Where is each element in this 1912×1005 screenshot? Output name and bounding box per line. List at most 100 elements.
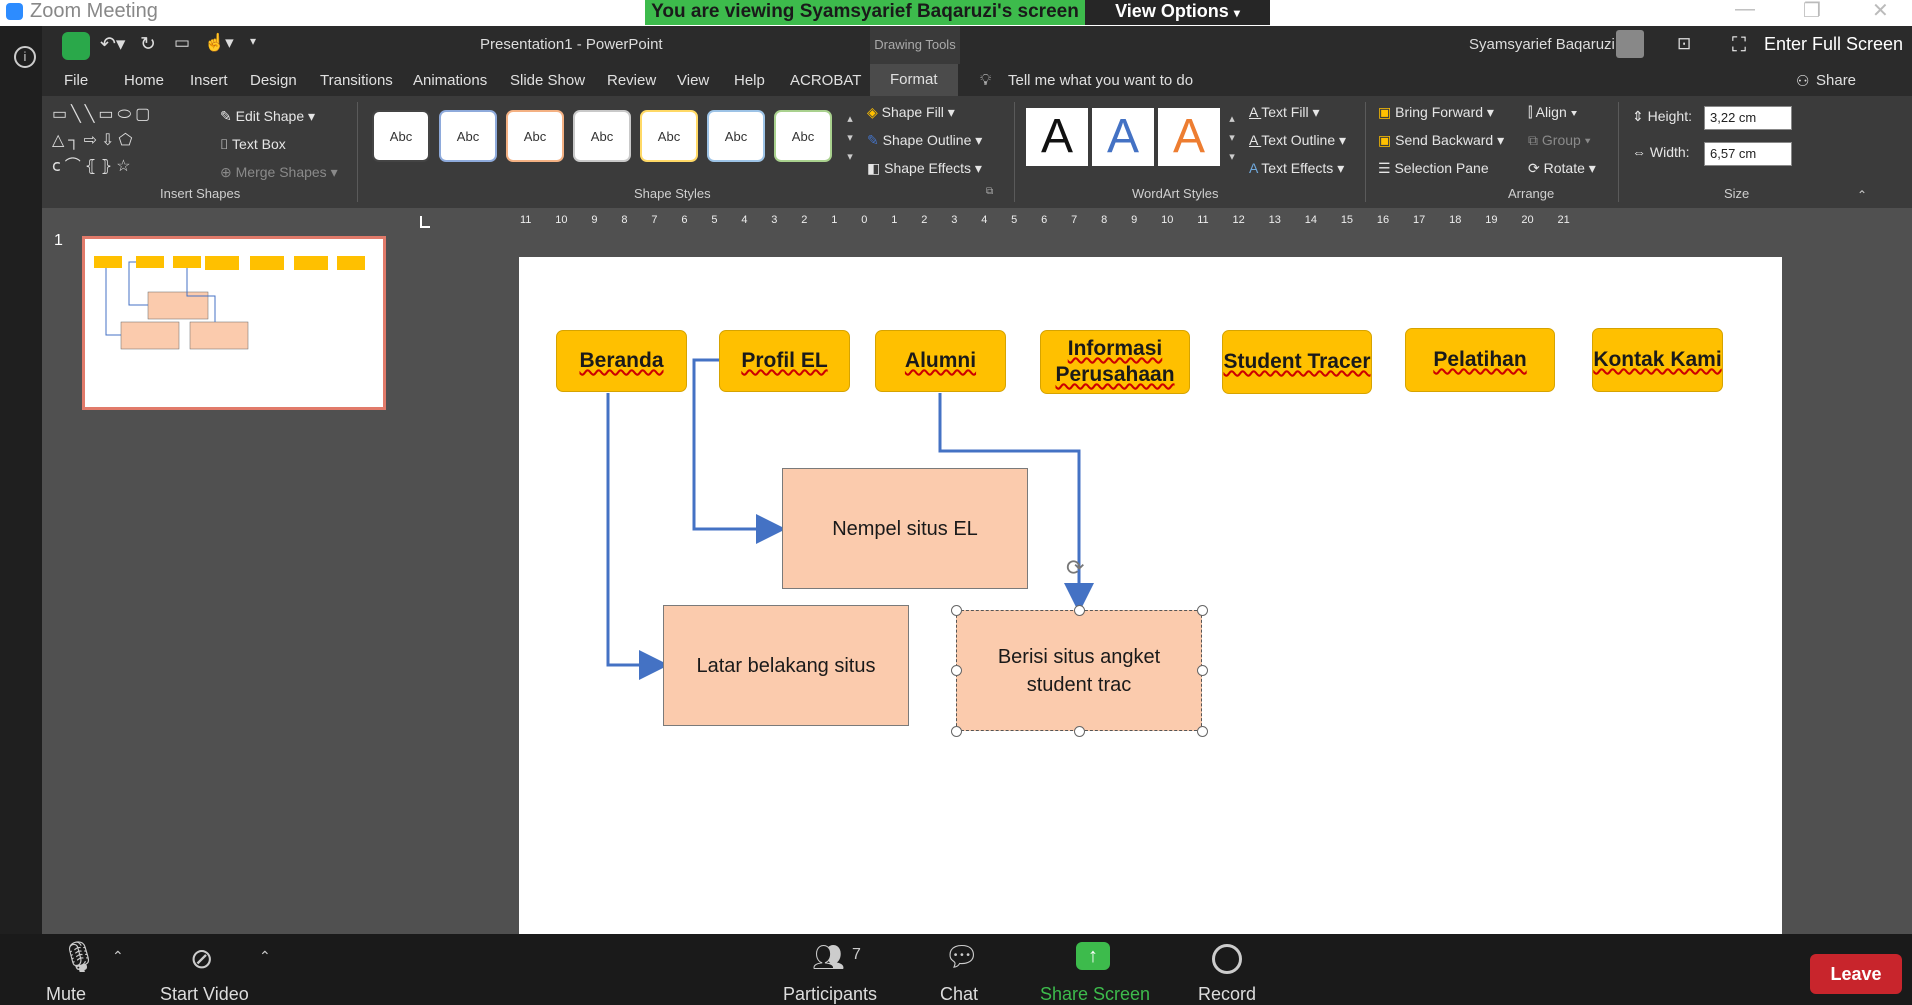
shape-style-swatch[interactable]: Abc bbox=[774, 110, 832, 162]
chat-button[interactable]: Chat bbox=[940, 984, 978, 1005]
wordart-style-black[interactable]: A bbox=[1026, 108, 1088, 166]
redo-icon[interactable]: ↻ bbox=[140, 33, 156, 56]
shape-style-swatch[interactable]: Abc bbox=[439, 110, 497, 162]
share-screen-icon[interactable]: ↑ bbox=[1076, 942, 1110, 970]
participants-button[interactable]: Participants bbox=[783, 984, 877, 1005]
tab-help[interactable]: Help bbox=[734, 72, 765, 89]
share-button[interactable]: Share bbox=[1816, 72, 1856, 89]
horizontal-ruler[interactable]: 11 10 9 8 7 6 5 4 3 2 1 0 1 2 3 4 5 6 7 8 9 10 11 12 13 14 15 16 17 1… bbox=[420, 214, 1912, 234]
bring-forward-button[interactable]: ▣ Bring Forward ▾ bbox=[1378, 104, 1494, 121]
nav-alumni[interactable]: Alumni bbox=[875, 330, 1006, 392]
start-video-button[interactable]: Start Video bbox=[160, 984, 249, 1005]
rotate-handle-icon[interactable]: ⟳ bbox=[1066, 555, 1084, 581]
fullscreen-icon[interactable]: ⛶ bbox=[1732, 34, 1746, 57]
nav-student-tracer[interactable]: Student Tracer bbox=[1222, 330, 1372, 394]
resize-handle[interactable] bbox=[951, 605, 962, 616]
slideshow-icon[interactable]: ▭ bbox=[174, 33, 190, 53]
nav-pelatihan[interactable]: Pelatihan bbox=[1405, 328, 1555, 392]
shape-outline-button[interactable]: ✎ Shape Outline ▾ bbox=[867, 132, 982, 149]
wordart-style-blue[interactable]: A bbox=[1092, 108, 1154, 166]
text-effects-button[interactable]: A Text Effects ▾ bbox=[1249, 160, 1344, 177]
tell-me-search[interactable]: Tell me what you want to do bbox=[1008, 72, 1193, 89]
edit-shape-button[interactable]: ✎ Edit Shape ▾ bbox=[220, 108, 315, 125]
close-icon[interactable]: ✕ bbox=[1872, 0, 1889, 23]
send-backward-button[interactable]: ▣ Send Backward ▾ bbox=[1378, 132, 1504, 149]
shape-effects-button[interactable]: ◧ Shape Effects ▾ bbox=[867, 160, 982, 177]
box-nempel-situs-el[interactable]: Nempel situs EL bbox=[782, 468, 1028, 589]
tab-design[interactable]: Design bbox=[250, 72, 297, 89]
text-outline-button[interactable]: A Text Outline ▾ bbox=[1249, 132, 1346, 149]
slide-canvas[interactable]: Beranda Profil EL Alumni Informasi Perus… bbox=[519, 257, 1782, 934]
nav-beranda[interactable]: Beranda bbox=[556, 330, 687, 392]
shape-fill-button[interactable]: ◈ Shape Fill ▾ bbox=[867, 104, 955, 121]
enter-full-screen-label[interactable]: Enter Full Screen bbox=[1764, 34, 1903, 55]
dialog-launcher-icon[interactable]: ⧉ bbox=[986, 186, 993, 197]
video-options-chevron-icon[interactable]: ⌃ bbox=[259, 948, 271, 965]
width-value: 6,57 cm bbox=[1710, 146, 1757, 161]
resize-handle[interactable] bbox=[951, 665, 962, 676]
restore-icon[interactable]: ❐ bbox=[1803, 0, 1821, 23]
shape-style-swatch[interactable]: Abc bbox=[372, 110, 430, 162]
nav-profil-el[interactable]: Profil EL bbox=[719, 330, 850, 392]
wordart-scroll[interactable]: ▴ ▾ ▾ bbox=[1224, 110, 1240, 168]
align-button[interactable]: ⫿ Align ▾ bbox=[1528, 104, 1577, 121]
resize-handle[interactable] bbox=[1197, 726, 1208, 737]
shape-style-swatch[interactable]: Abc bbox=[506, 110, 564, 162]
collapse-ribbon-icon[interactable]: ⌃ bbox=[1857, 188, 1867, 202]
record-button[interactable]: Record bbox=[1198, 984, 1256, 1005]
tab-stop-icon[interactable] bbox=[420, 216, 430, 228]
box-berisi-situs-angket[interactable]: Berisi situs angket student trac bbox=[956, 610, 1202, 731]
tab-animations[interactable]: Animations bbox=[413, 72, 487, 89]
avatar[interactable] bbox=[1616, 30, 1644, 58]
slide-thumbnail[interactable] bbox=[82, 236, 386, 410]
width-field[interactable]: 6,57 cm bbox=[1704, 142, 1792, 166]
selection-pane-button[interactable]: ☰ Selection Pane bbox=[1378, 160, 1489, 177]
resize-handle[interactable] bbox=[1197, 605, 1208, 616]
tab-slide-show[interactable]: Slide Show bbox=[510, 72, 585, 89]
text-box-button[interactable]: ⌷ Text Box bbox=[220, 136, 286, 153]
touch-mode-icon[interactable]: ☝▾ bbox=[204, 33, 234, 53]
wordart-style-orange[interactable]: A bbox=[1158, 108, 1220, 166]
participants-icon[interactable]: 👥︎ bbox=[812, 942, 845, 973]
mute-options-chevron-icon[interactable]: ⌃ bbox=[112, 948, 124, 965]
tab-format[interactable]: Format bbox=[870, 64, 958, 96]
undo-icon[interactable]: ↶▾ bbox=[100, 33, 125, 56]
shape-style-swatch[interactable]: Abc bbox=[573, 110, 631, 162]
shape-style-swatch[interactable]: Abc bbox=[640, 110, 698, 162]
tab-view[interactable]: View bbox=[677, 72, 709, 89]
microphone-icon[interactable]: 🎙︎ bbox=[60, 940, 98, 975]
shape-styles-scroll[interactable]: ▴ ▾ ▾ bbox=[842, 110, 858, 168]
mute-button[interactable]: Mute bbox=[46, 984, 86, 1005]
ribbon-display-icon[interactable]: ⊡ bbox=[1677, 34, 1691, 54]
tab-acrobat[interactable]: ACROBAT bbox=[790, 72, 861, 89]
height-field[interactable]: 3,22 cm bbox=[1704, 106, 1792, 130]
nav-informasi-perusahaan[interactable]: Informasi Perusahaan bbox=[1040, 330, 1190, 394]
customize-toolbar-icon[interactable]: ▾ bbox=[250, 34, 256, 48]
resize-handle[interactable] bbox=[1074, 726, 1085, 737]
view-options-button[interactable]: View Options ▾ bbox=[1085, 0, 1270, 25]
shape-style-swatch[interactable]: Abc bbox=[707, 110, 765, 162]
text-fill-button[interactable]: A Text Fill ▾ bbox=[1249, 104, 1320, 121]
tab-insert[interactable]: Insert bbox=[190, 72, 228, 89]
tab-transitions[interactable]: Transitions bbox=[320, 72, 393, 89]
shapes-gallery[interactable]: ▭╲╲▭⬭▢ △┐⇨⇩⬠ ⅽ⌒⦃⦄☆ bbox=[52, 102, 202, 182]
resize-handle[interactable] bbox=[951, 726, 962, 737]
merge-shapes-button[interactable]: ⊕ Merge Shapes ▾ bbox=[220, 164, 338, 181]
box-latar-belakang-situs[interactable]: Latar belakang situs bbox=[663, 605, 909, 726]
chat-icon[interactable]: 💬︎ bbox=[944, 940, 980, 973]
record-icon[interactable] bbox=[1212, 944, 1242, 974]
rotate-button[interactable]: ⟳ Rotate ▾ bbox=[1528, 160, 1596, 177]
tab-home[interactable]: Home bbox=[124, 72, 164, 89]
share-screen-button[interactable]: Share Screen bbox=[1040, 984, 1150, 1005]
resize-handle[interactable] bbox=[1074, 605, 1085, 616]
info-icon[interactable]: i bbox=[14, 46, 36, 68]
tab-file[interactable]: File bbox=[64, 72, 88, 89]
nav-kontak-kami[interactable]: Kontak Kami bbox=[1592, 328, 1723, 392]
minimize-icon[interactable]: — bbox=[1735, 0, 1755, 21]
leave-button[interactable]: Leave bbox=[1810, 954, 1902, 994]
video-off-icon[interactable]: ⊘ bbox=[190, 942, 213, 975]
vertical-ruler[interactable] bbox=[414, 254, 434, 960]
resize-handle[interactable] bbox=[1197, 665, 1208, 676]
group-button[interactable]: ⧉ Group ▾ bbox=[1528, 132, 1591, 149]
tab-review[interactable]: Review bbox=[607, 72, 656, 89]
